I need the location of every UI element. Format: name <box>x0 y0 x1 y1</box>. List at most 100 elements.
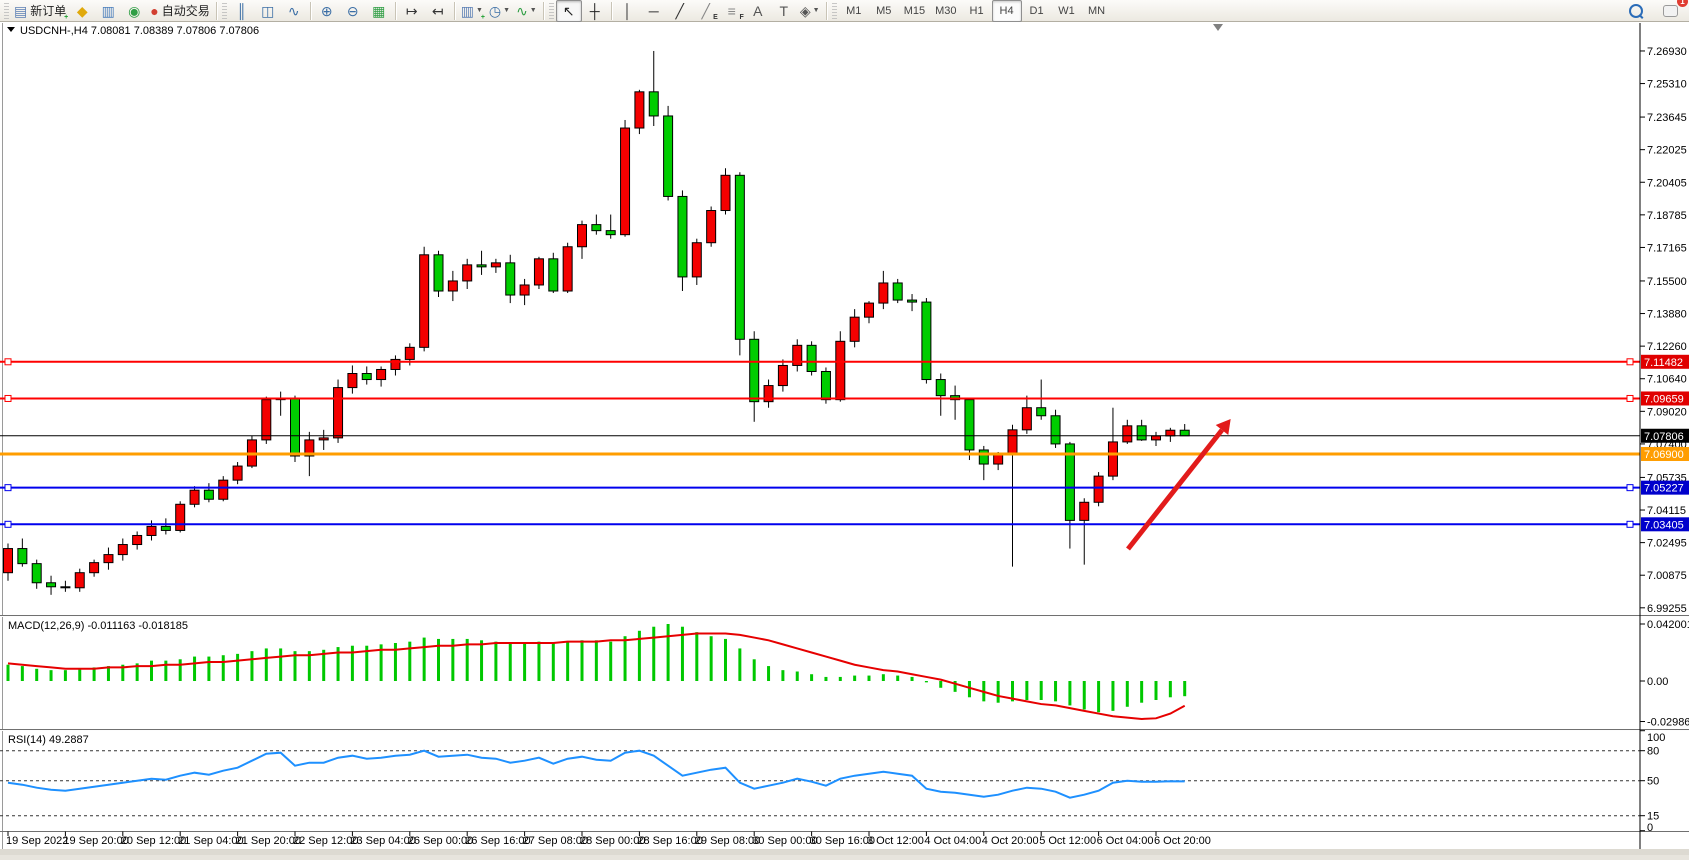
svg-text:7.03405: 7.03405 <box>1644 519 1684 531</box>
svg-text:50: 50 <box>1647 776 1659 788</box>
new-order-icon: ▤ <box>14 4 27 18</box>
macd-label: MACD(12,26,9) -0.011163 -0.018185 <box>8 620 188 632</box>
new-chart-button[interactable]: ▥+▼ <box>458 0 486 22</box>
shapes-icon: ◈ <box>800 4 811 18</box>
svg-text:15: 15 <box>1647 811 1659 823</box>
svg-text:28 Sep 16:00: 28 Sep 16:00 <box>637 835 702 847</box>
trendline-button[interactable]: ╱ <box>667 0 693 22</box>
svg-text:7.07806: 7.07806 <box>1644 431 1684 443</box>
bar-chart-button[interactable]: ║ <box>229 0 255 22</box>
svg-text:7.04115: 7.04115 <box>1647 505 1686 517</box>
tile-windows-button[interactable]: ▦ <box>366 0 392 22</box>
fibonacci-icon: ≡ <box>728 4 736 18</box>
notifications-button[interactable]: 1 <box>1657 0 1683 22</box>
svg-text:7.22025: 7.22025 <box>1647 145 1687 157</box>
new-order-button[interactable]: ▤+新订单 <box>11 0 69 22</box>
svg-text:0: 0 <box>1647 822 1653 834</box>
chart-shift-button[interactable]: ↤ <box>425 0 451 22</box>
candlestick-icon: ◫ <box>261 4 274 18</box>
svg-text:5 Oct 12:00: 5 Oct 12:00 <box>1039 835 1096 847</box>
fibonacci-icon-sub: F <box>739 14 743 21</box>
line-handle <box>5 521 11 527</box>
candle-chart-button[interactable]: ◫ <box>255 0 281 22</box>
navigator-button[interactable]: ◉ <box>121 0 147 22</box>
indicators-button[interactable]: ∿▼ <box>513 0 540 22</box>
toolbar-separator <box>543 2 544 20</box>
timeframe-m5-button[interactable]: M5 <box>869 0 899 22</box>
svg-text:7.20405: 7.20405 <box>1647 177 1687 189</box>
vline-icon: │ <box>623 4 632 18</box>
timeframe-m30-button[interactable]: M30 <box>930 0 961 22</box>
timeframe-mn-button[interactable]: MN <box>1082 0 1112 22</box>
svg-text:7.15500: 7.15500 <box>1647 276 1687 288</box>
navigator-icon: ◉ <box>128 4 140 18</box>
svg-text:20 Sep 12:00: 20 Sep 12:00 <box>121 835 186 847</box>
svg-text:7.12260: 7.12260 <box>1647 341 1687 353</box>
line-handle <box>1627 395 1633 401</box>
trendline-icon: ╱ <box>676 4 684 18</box>
svg-text:7.11482: 7.11482 <box>1644 357 1683 369</box>
toolbar-separator <box>826 2 827 20</box>
period-button[interactable]: ◷▼ <box>486 0 513 22</box>
svg-text:19 Sep 2022: 19 Sep 2022 <box>6 835 68 847</box>
svg-text:7.05227: 7.05227 <box>1644 483 1684 495</box>
vertical-line-button[interactable]: │ <box>615 0 641 22</box>
toolbar-grip <box>832 3 837 19</box>
svg-text:29 Sep 08:00: 29 Sep 08:00 <box>695 835 760 847</box>
market-watch-button[interactable]: ◆ <box>69 0 95 22</box>
line-chart-button[interactable]: ∿ <box>281 0 307 22</box>
svg-text:7.13880: 7.13880 <box>1647 309 1687 321</box>
chart-window[interactable]: 7.269307.253107.236457.220257.204057.187… <box>0 0 1689 855</box>
timeframe-h4-button[interactable]: H4 <box>992 0 1022 22</box>
crosshair-button[interactable]: ┼ <box>582 0 608 22</box>
svg-text:7.23645: 7.23645 <box>1647 112 1687 124</box>
toolbar: ▤+新订单◆▥◉●自动交易║◫∿⊕⊖▦↦↤▥+▼◷▼∿▼↖┼│─╱╱E≡FAT◈… <box>0 0 1689 22</box>
market-watch-icon: ◆ <box>77 4 88 18</box>
auto-scroll-button[interactable]: ↦ <box>399 0 425 22</box>
tile-windows-icon: ▦ <box>372 4 385 18</box>
toolbar-separator <box>310 2 311 20</box>
timeframe-h1-button[interactable]: H1 <box>962 0 992 22</box>
text-button[interactable]: A <box>745 0 771 22</box>
cursor-button[interactable]: ↖ <box>556 0 582 22</box>
search-button[interactable] <box>1623 0 1649 22</box>
svg-text:23 Sep 04:00: 23 Sep 04:00 <box>350 835 415 847</box>
text-label-button[interactable]: T <box>771 0 797 22</box>
toolbar-separator <box>611 2 612 20</box>
svg-text:30 Sep 00:00: 30 Sep 00:00 <box>752 835 817 847</box>
zoom-out-button[interactable]: ⊖ <box>340 0 366 22</box>
horizontal-line-button[interactable]: ─ <box>641 0 667 22</box>
new-chart-icon: ▥ <box>461 4 474 18</box>
svg-text:7.09659: 7.09659 <box>1644 393 1684 405</box>
zoom-in-button[interactable]: ⊕ <box>314 0 340 22</box>
svg-text:0.042001: 0.042001 <box>1647 619 1689 631</box>
clock-icon: ◷ <box>489 4 501 18</box>
timeframe-m15-button[interactable]: M15 <box>899 0 930 22</box>
svg-text:26 Sep 00:00: 26 Sep 00:00 <box>408 835 473 847</box>
fibonacci-button[interactable]: ≡F <box>719 0 745 22</box>
svg-text:6 Oct 20:00: 6 Oct 20:00 <box>1154 835 1211 847</box>
price-chart-canvas[interactable]: 7.269307.253107.236457.220257.204057.187… <box>0 0 1689 855</box>
timeframe-w1-button[interactable]: W1 <box>1052 0 1082 22</box>
timeframe-m1-button[interactable]: M1 <box>839 0 869 22</box>
svg-text:7.18785: 7.18785 <box>1647 210 1687 222</box>
data-window-icon: ▥ <box>102 4 115 18</box>
autotrade-button[interactable]: ●自动交易 <box>147 0 212 22</box>
svg-text:4 Oct 20:00: 4 Oct 20:00 <box>982 835 1039 847</box>
zoom-out-icon: ⊖ <box>347 4 359 18</box>
indicators-icon: ∿ <box>516 4 528 18</box>
svg-text:7.26930: 7.26930 <box>1647 46 1687 58</box>
line-handle <box>1627 485 1633 491</box>
channel-button[interactable]: ╱E <box>693 0 719 22</box>
line-handle <box>5 359 11 365</box>
toolbar-separator <box>454 2 455 20</box>
new-order-button-label: 新订单 <box>30 2 66 19</box>
svg-text:22 Sep 12:00: 22 Sep 12:00 <box>293 835 358 847</box>
svg-text:27 Sep 08:00: 27 Sep 08:00 <box>523 835 588 847</box>
timeframe-d1-button[interactable]: D1 <box>1022 0 1052 22</box>
svg-text:30 Sep 16:00: 30 Sep 16:00 <box>810 835 875 847</box>
autotrade-icon: ● <box>150 4 158 18</box>
data-window-button[interactable]: ▥ <box>95 0 121 22</box>
line-handle <box>5 485 11 491</box>
shapes-button[interactable]: ◈▼ <box>797 0 823 22</box>
